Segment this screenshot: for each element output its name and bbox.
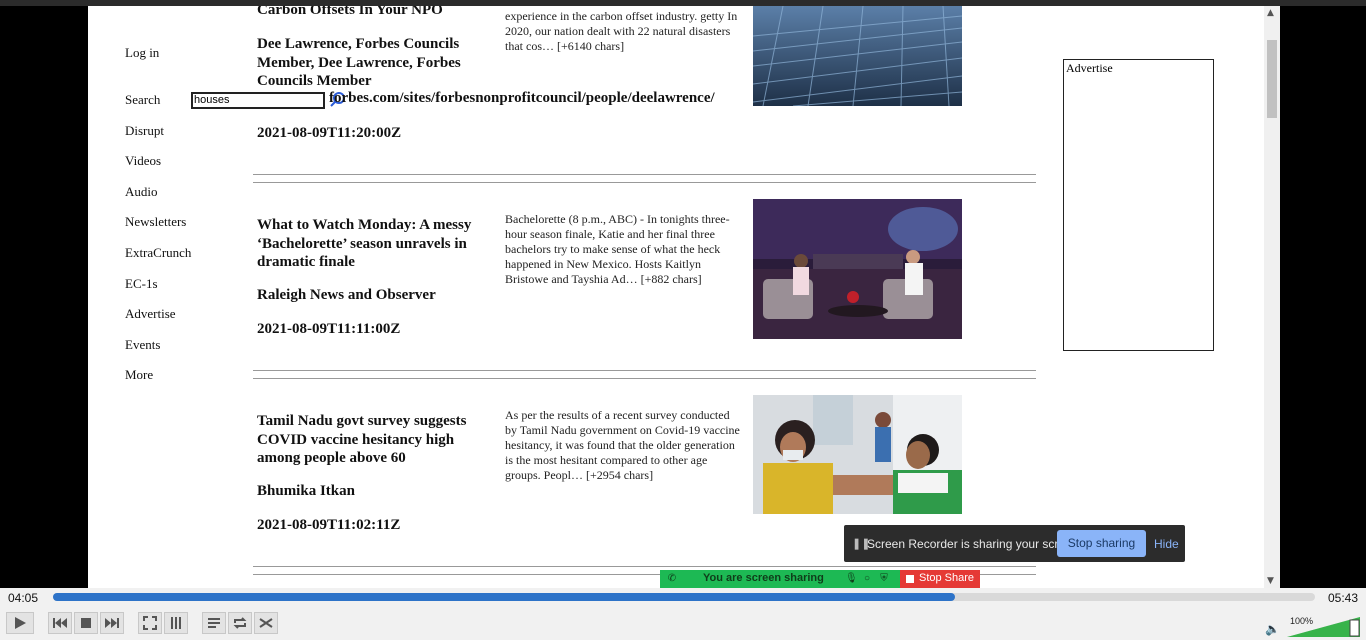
ad-label: Advertise (1066, 61, 1113, 75)
equalizer-icon (171, 617, 181, 629)
nav-advertise[interactable]: Advertise (125, 306, 176, 322)
shield-icon[interactable]: ⛨ (878, 573, 890, 585)
hide-button[interactable]: Hide (1154, 537, 1179, 551)
scrollbar-thumb[interactable] (1267, 40, 1277, 118)
article-url[interactable]: forbes.com/sites/forbesnonprofitcouncil/… (329, 90, 715, 107)
total-time: 05:43 (1327, 591, 1358, 605)
search-input[interactable]: houses (191, 92, 325, 109)
stop-share-button[interactable]: Stop Share (900, 570, 980, 588)
article-description: experience in the carbon offset industry… (505, 9, 738, 53)
nav-newsletters[interactable]: Newsletters (125, 214, 186, 230)
article-author: Bhumika Itkan (257, 483, 355, 499)
article-description: As per the results of a recent survey co… (505, 408, 740, 482)
article-image-solar[interactable] (753, 6, 962, 106)
phone-icon: ✆ (667, 573, 677, 584)
loop-icon (233, 617, 247, 629)
article-author: Raleigh News and Observer (257, 287, 436, 303)
recorder-message: Screen Recorder is sharing your screen. (867, 537, 1082, 551)
screen: Log in Search houses Disrupt Videos Audi… (0, 0, 1366, 640)
mic-icon[interactable]: 🎙 (845, 573, 858, 585)
article-date: 2021-08-09T11:02:11Z (257, 517, 401, 533)
article-title[interactable]: What to Watch Monday: A messy ‘Bachelore… (257, 216, 492, 272)
shuffle-button[interactable] (254, 612, 278, 634)
previous-button[interactable] (48, 612, 72, 634)
article-author: Dee Lawrence, Forbes Councils Member, De… (257, 36, 461, 89)
speaker-icon[interactable]: 🔈 (1265, 622, 1280, 636)
elapsed-time: 04:05 (8, 591, 39, 605)
seek-bar[interactable] (53, 593, 1315, 601)
seek-progress (53, 593, 956, 601)
volume-slider[interactable] (1287, 617, 1360, 637)
article-date: 2021-08-09T11:20:00Z (257, 125, 402, 141)
advertisement-box[interactable]: Advertise (1063, 59, 1214, 351)
stop-icon (81, 618, 91, 628)
next-icon (105, 618, 119, 628)
extended-settings-button[interactable] (164, 612, 188, 634)
stop-share-label: Stop Share (919, 572, 975, 584)
play-button[interactable] (6, 612, 34, 634)
playlist-icon (208, 618, 220, 628)
screen-share-bar: ✆ You are screen sharing 🎙 ○ ⛨ Stop Shar… (660, 570, 980, 588)
nav-more[interactable]: More (125, 367, 153, 383)
webpage: Log in Search houses Disrupt Videos Audi… (88, 6, 1280, 588)
sharing-label: You are screen sharing (703, 572, 824, 584)
screen-recorder-notice: ❚❚ Screen Recorder is sharing your scree… (844, 525, 1185, 562)
scroll-down-icon[interactable]: ▼ (1267, 576, 1274, 586)
media-player-controls: 04:05 05:43 🔈 100% (0, 588, 1366, 640)
page-scrollbar[interactable]: ▲ ▼ (1264, 6, 1280, 588)
record-icon[interactable]: ○ (861, 573, 873, 585)
loop-button[interactable] (228, 612, 252, 634)
nav-disrupt[interactable]: Disrupt (125, 123, 164, 139)
article-divider (253, 370, 1036, 379)
nav-extracrunch[interactable]: ExtraCrunch (125, 245, 191, 261)
nav-audio[interactable]: Audio (125, 184, 158, 200)
playlist-button[interactable] (202, 612, 226, 634)
nav-login[interactable]: Log in (125, 45, 159, 61)
stop-icon (906, 575, 914, 583)
nav-videos[interactable]: Videos (125, 153, 161, 169)
nav-search-label: Search (125, 92, 161, 107)
article-description: Bachelorette (8 p.m., ABC) - In tonights… (505, 212, 730, 286)
article-image-vaccine[interactable] (753, 395, 962, 514)
stop-sharing-button[interactable]: Stop sharing (1057, 530, 1146, 557)
article-image-bachelorette[interactable] (753, 199, 962, 339)
stop-button[interactable] (74, 612, 98, 634)
nav-ec1s[interactable]: EC-1s (125, 276, 158, 292)
article-divider (253, 174, 1036, 183)
shuffle-icon (259, 618, 273, 628)
previous-icon (53, 618, 67, 628)
article-title[interactable]: Tamil Nadu govt survey suggests COVID va… (257, 412, 492, 468)
fullscreen-icon (143, 616, 157, 630)
nav-events[interactable]: Events (125, 337, 160, 353)
next-button[interactable] (100, 612, 124, 634)
article-date: 2021-08-09T11:11:00Z (257, 321, 401, 337)
fullscreen-button[interactable] (138, 612, 162, 634)
sharing-status: ✆ You are screen sharing 🎙 ○ ⛨ (660, 570, 900, 588)
play-icon (15, 617, 26, 629)
scroll-up-icon[interactable]: ▲ (1267, 8, 1274, 18)
article-title[interactable]: Carbon Offsets In Your NPO (257, 6, 492, 20)
